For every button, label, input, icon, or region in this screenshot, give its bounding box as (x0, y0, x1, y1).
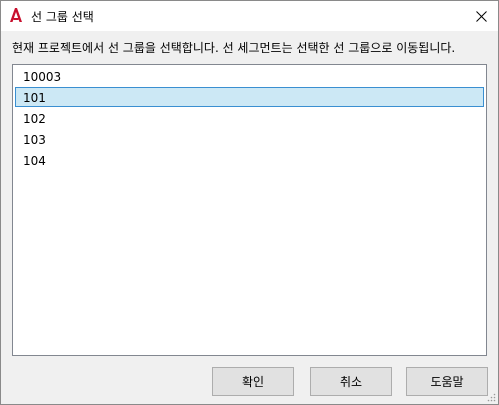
list-item[interactable]: 104 (15, 150, 484, 170)
list-item[interactable]: 10003 (15, 66, 484, 86)
dialog-window: 선 그룹 선택 현재 프로젝트에서 선 그룹을 선택합니다. 선 세그먼트는 선… (0, 0, 499, 405)
line-group-list[interactable]: 10003 101 102 103 104 (12, 64, 487, 356)
list-item[interactable]: 103 (15, 129, 484, 149)
autocad-icon (9, 7, 23, 23)
title-bar[interactable]: 선 그룹 선택 (1, 1, 498, 31)
cancel-button[interactable]: 취소 (310, 367, 392, 396)
close-button[interactable] (464, 1, 498, 31)
resize-grip-icon[interactable] (486, 392, 496, 402)
ok-button[interactable]: 확인 (212, 367, 294, 396)
close-icon (475, 10, 487, 22)
instruction-text: 현재 프로젝트에서 선 그룹을 선택합니다. 선 세그먼트는 선택한 선 그룹으… (12, 41, 456, 55)
list-item-selected[interactable]: 101 (15, 87, 484, 107)
help-button[interactable]: 도움말 (406, 367, 488, 396)
window-title: 선 그룹 선택 (31, 10, 94, 24)
list-item[interactable]: 102 (15, 108, 484, 128)
